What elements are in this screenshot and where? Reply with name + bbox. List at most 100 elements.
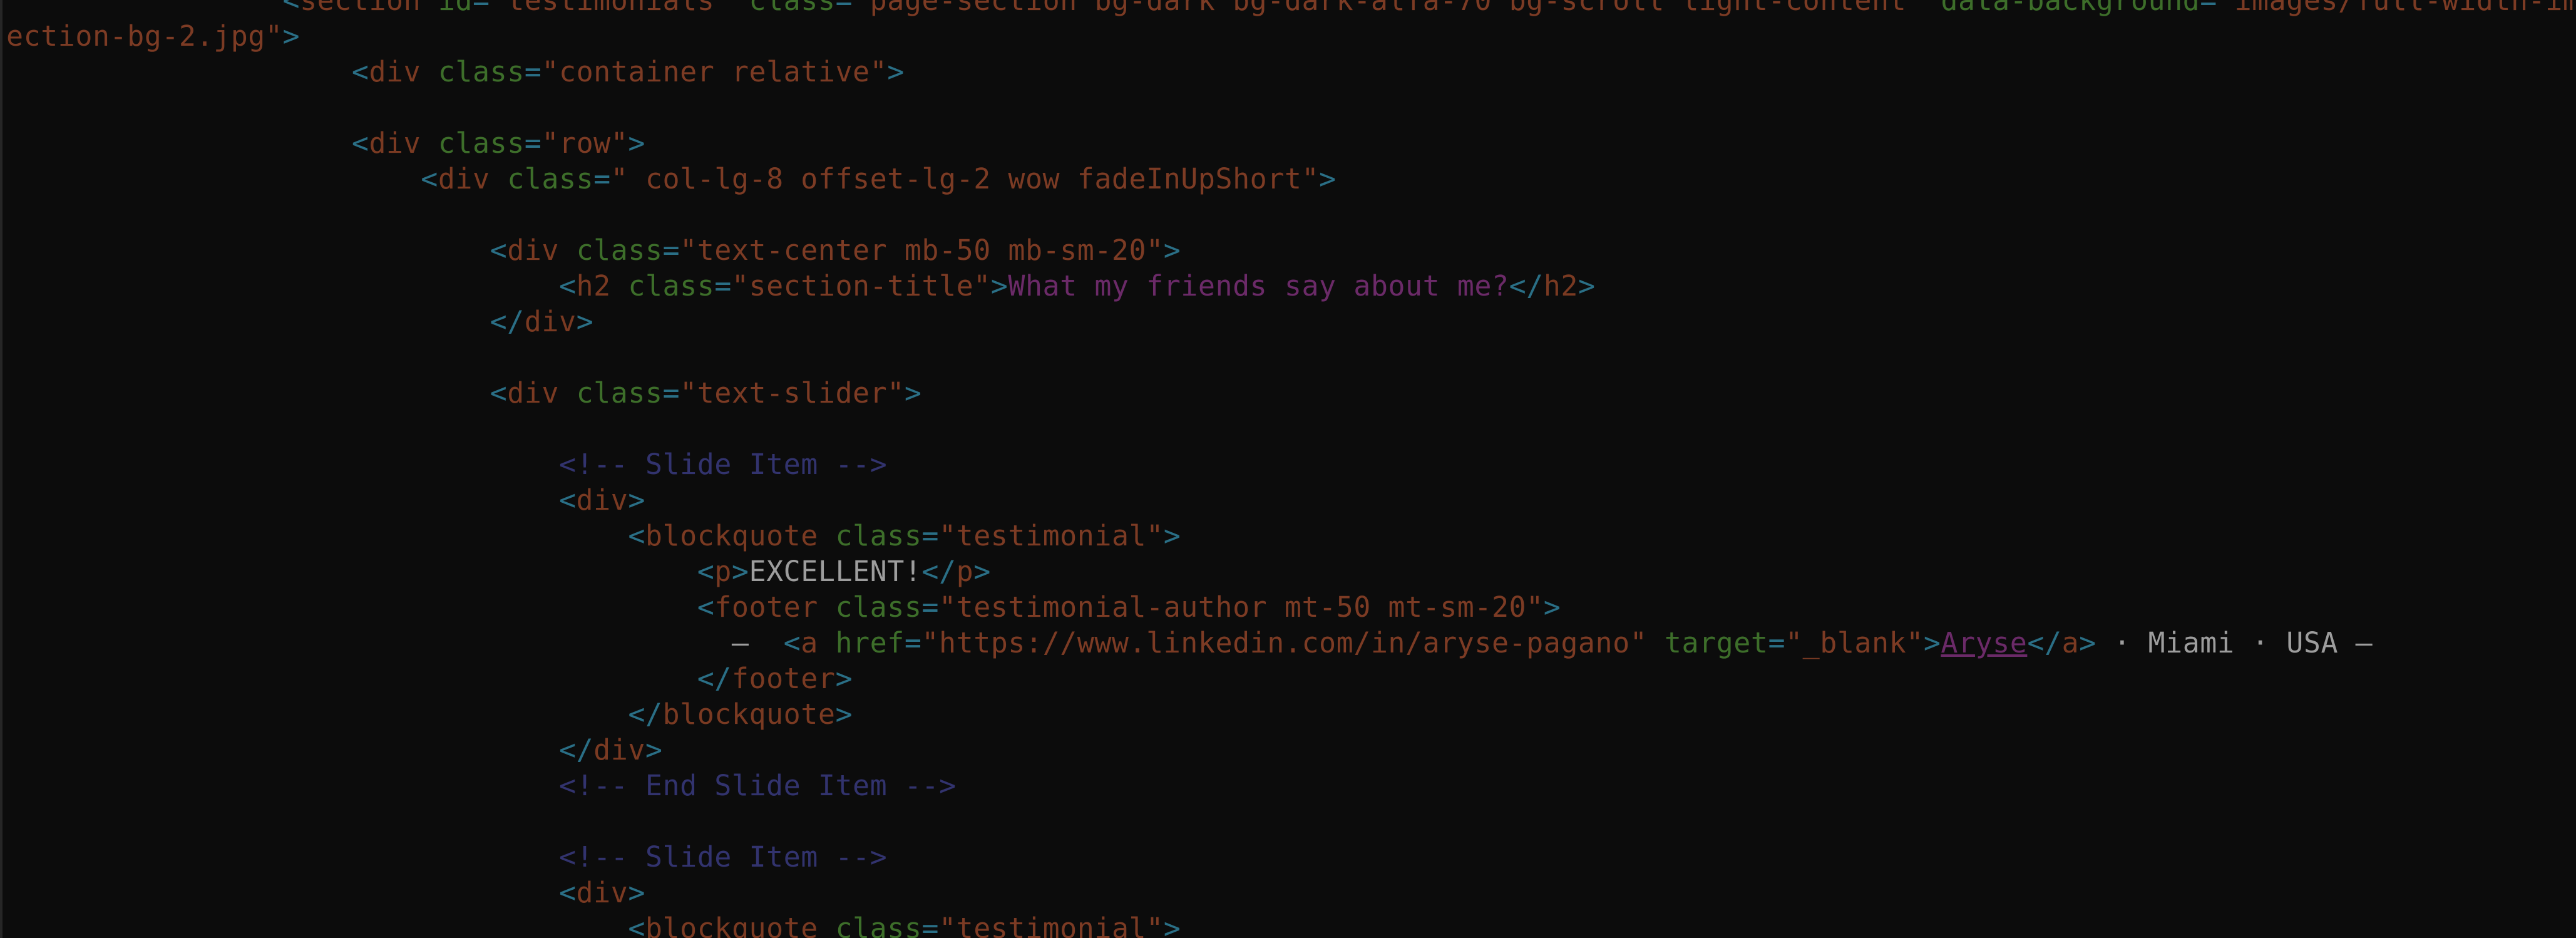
- code-token: </: [697, 662, 732, 695]
- code-token: class: [749, 0, 836, 17]
- code-token: =: [662, 234, 680, 267]
- code-token: >: [887, 55, 905, 88]
- code-token: >: [835, 698, 853, 731]
- code-token: "text-slider": [680, 376, 905, 410]
- code-token: <: [351, 55, 369, 88]
- code-line: <div class="container relative">: [6, 54, 2576, 90]
- code-token: div: [438, 162, 490, 195]
- code-token: >: [1319, 162, 1337, 195]
- code-token: href: [835, 626, 905, 659]
- code-token: · Miami · USA —: [2096, 626, 2373, 659]
- code-line: <!-- Slide Item -->: [6, 839, 2576, 875]
- code-line: ection-bg-2.jpg">: [6, 18, 2576, 54]
- code-token: =: [904, 626, 922, 659]
- code-token: div: [593, 733, 645, 766]
- code-token: class: [438, 55, 525, 88]
- code-token: >: [628, 126, 645, 160]
- code-token: p: [714, 555, 732, 588]
- code-area[interactable]: <section id="testimonials" class="page-s…: [6, 0, 2576, 938]
- code-token: target: [1664, 626, 1768, 659]
- code-line: <blockquote class="testimonial">: [6, 910, 2576, 938]
- code-link-text: Aryse: [1941, 626, 2028, 659]
- code-token: <!-- Slide Item -->: [558, 840, 888, 874]
- code-token: </: [2027, 626, 2062, 659]
- code-viewer[interactable]: <section id="testimonials" class="page-s…: [0, 0, 2576, 938]
- code-token: data-background: [1941, 0, 2200, 17]
- code-token: =: [593, 162, 611, 195]
- code-token: >: [1163, 912, 1181, 938]
- code-token: class: [835, 912, 922, 938]
- code-token: </: [628, 698, 663, 731]
- code-token: class: [438, 126, 525, 160]
- code-line: </blockquote>: [6, 696, 2576, 732]
- code-token: >: [576, 305, 594, 338]
- code-line: <!-- End Slide Item -->: [6, 768, 2576, 803]
- code-token: h2: [1543, 269, 1578, 302]
- code-line: <p>EXCELLENT!</p>: [6, 554, 2576, 589]
- code-token: <: [628, 519, 645, 552]
- code-token: "testimonial-author mt-50 mt-sm-20": [939, 590, 1544, 624]
- code-token: =: [714, 269, 732, 302]
- code-token: blockquote: [645, 912, 818, 938]
- code-token: >: [1578, 269, 1596, 302]
- code-token: </: [921, 555, 957, 588]
- code-token: =: [921, 519, 940, 552]
- code-token: <: [628, 912, 645, 938]
- code-token: class: [628, 269, 715, 302]
- code-token: What my friends say about me?: [1008, 269, 1509, 302]
- code-token: <: [697, 555, 715, 588]
- code-token: div: [507, 376, 559, 410]
- code-line: </div>: [6, 732, 2576, 768]
- code-token: <: [783, 626, 801, 659]
- code-token: "_blank": [1785, 626, 1924, 659]
- code-token: =: [835, 0, 853, 17]
- code-token: blockquote: [662, 698, 836, 731]
- code-token: >: [1163, 234, 1181, 267]
- code-token: =: [524, 126, 542, 160]
- code-token: class: [835, 519, 922, 552]
- code-token: <: [558, 483, 577, 517]
- code-token: >: [645, 733, 663, 766]
- code-line: <footer class="testimonial-author mt-50 …: [6, 589, 2576, 625]
- code-token: p: [956, 555, 974, 588]
- code-token: >: [628, 483, 645, 517]
- code-token: >: [282, 19, 300, 53]
- code-token: =: [921, 912, 940, 938]
- code-token: blockquote: [645, 519, 818, 552]
- code-line: <div>: [6, 482, 2576, 518]
- code-token: div: [507, 234, 559, 267]
- code-token: div: [576, 876, 629, 909]
- code-token: >: [904, 376, 922, 410]
- code-token: >: [1923, 626, 1941, 659]
- code-token: =: [921, 590, 940, 624]
- code-token: "section-title": [731, 269, 991, 302]
- code-token: <!-- Slide Item -->: [558, 448, 888, 481]
- code-token: div: [524, 305, 577, 338]
- code-token: class: [835, 590, 922, 624]
- code-line: <!-- Slide Item -->: [6, 446, 2576, 482]
- code-line: </footer>: [6, 661, 2576, 696]
- code-token: <: [558, 269, 577, 302]
- code-token: >: [2079, 626, 2096, 659]
